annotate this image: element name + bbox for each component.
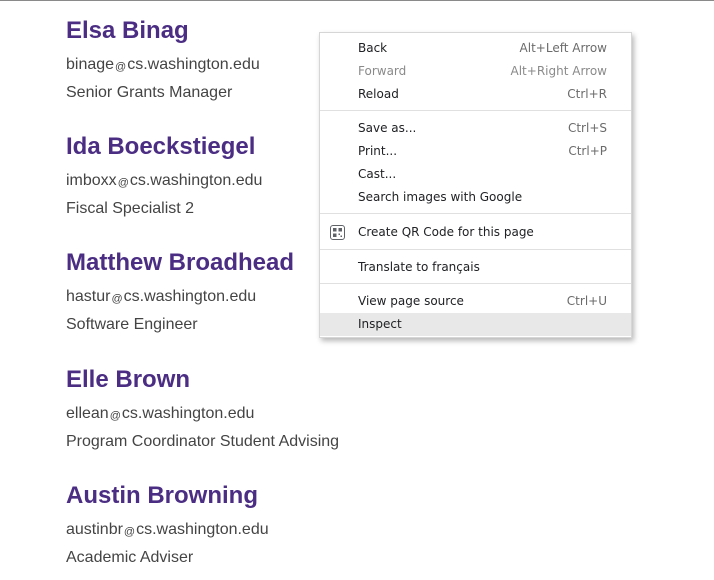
menu-separator <box>320 213 631 214</box>
menu-item-forward[interactable]: Forward Alt+Right Arrow <box>320 60 631 83</box>
context-menu: Back Alt+Left Arrow Forward Alt+Right Ar… <box>319 32 632 338</box>
menu-item-label: Cast... <box>358 167 397 181</box>
at-symbol: @ <box>111 293 123 305</box>
qr-code-icon <box>330 225 345 240</box>
email-domain: cs.washington.edu <box>129 172 263 189</box>
email-user: imboxx <box>66 172 117 189</box>
at-symbol: @ <box>117 177 129 189</box>
email-domain: cs.washington.edu <box>121 405 255 422</box>
menu-item-label: Reload <box>358 87 399 101</box>
menu-item-inspect[interactable]: Inspect <box>320 313 631 336</box>
menu-item-back[interactable]: Back Alt+Left Arrow <box>320 37 631 60</box>
email-domain: cs.washington.edu <box>136 521 269 538</box>
menu-item-save-as[interactable]: Save as... Ctrl+S <box>320 117 631 140</box>
menu-item-label: View page source <box>358 294 464 308</box>
menu-item-shortcut: Ctrl+U <box>566 294 607 308</box>
at-symbol: @ <box>115 61 127 73</box>
email-user: hastur <box>66 288 111 305</box>
menu-item-label: Translate to français <box>358 260 480 274</box>
menu-item-label: Forward <box>358 64 407 78</box>
email-user: ellean <box>66 405 109 422</box>
menu-item-shortcut: Ctrl+P <box>568 144 607 158</box>
menu-item-qr-code[interactable]: Create QR Code for this page <box>320 221 631 244</box>
person-card: Elle Brown ellean@cs.washington.edu Prog… <box>66 366 666 452</box>
menu-item-shortcut: Ctrl+S <box>567 121 607 135</box>
menu-item-cast[interactable]: Cast... <box>320 163 631 186</box>
person-email[interactable]: ellean@cs.washington.edu <box>66 404 666 425</box>
menu-item-reload[interactable]: Reload Ctrl+R <box>320 83 631 106</box>
menu-separator <box>320 283 631 284</box>
menu-item-label: Print... <box>358 144 398 158</box>
person-role: Academic Adviser <box>66 549 194 566</box>
menu-item-shortcut: Ctrl+R <box>567 87 607 101</box>
menu-separator <box>320 249 631 250</box>
menu-item-translate[interactable]: Translate to français <box>320 256 631 279</box>
person-card: Austin Browning austinbr@cs.washington.e… <box>66 482 666 568</box>
menu-item-shortcut: Alt+Right Arrow <box>510 64 607 78</box>
menu-item-label: Inspect <box>358 317 402 331</box>
menu-item-label: Search images with Google <box>358 190 523 204</box>
person-name[interactable]: Austin Browning <box>66 482 666 510</box>
menu-item-shortcut: Alt+Left Arrow <box>519 41 607 55</box>
at-symbol: @ <box>123 526 136 538</box>
person-role: Program Coordinator Student Advising <box>66 433 340 450</box>
email-domain: cs.washington.edu <box>123 288 257 305</box>
menu-item-view-source[interactable]: View page source Ctrl+U <box>320 290 631 313</box>
menu-item-label: Create QR Code for this page <box>358 225 534 239</box>
menu-separator <box>320 110 631 111</box>
menu-item-search-images[interactable]: Search images with Google <box>320 186 631 209</box>
email-user: binage <box>66 56 115 73</box>
email-domain: cs.washington.edu <box>127 56 260 73</box>
at-symbol: @ <box>109 410 121 422</box>
person-name[interactable]: Elle Brown <box>66 366 666 394</box>
person-email[interactable]: austinbr@cs.washington.edu <box>66 520 666 541</box>
menu-item-label: Save as... <box>358 121 417 135</box>
menu-item-label: Back <box>358 41 388 55</box>
email-user: austinbr <box>66 521 123 538</box>
menu-item-print[interactable]: Print... Ctrl+P <box>320 140 631 163</box>
